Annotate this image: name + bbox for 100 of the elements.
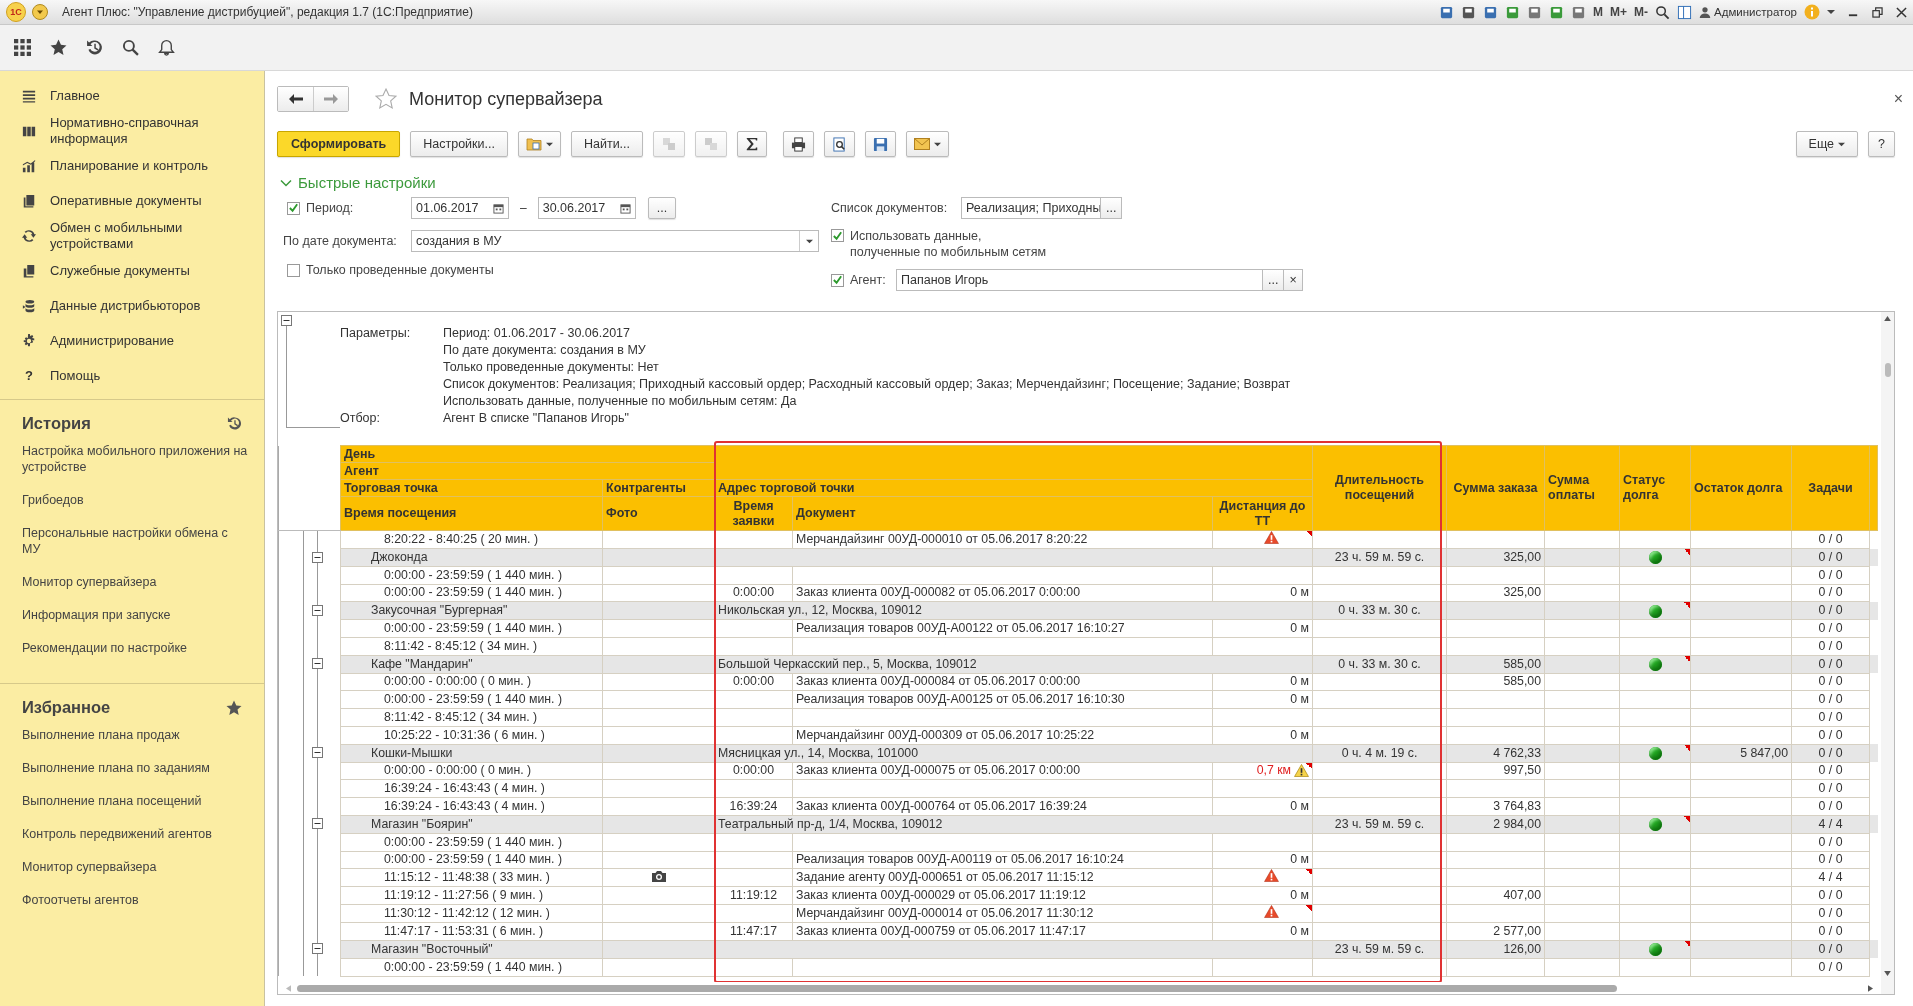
favorite-link[interactable]: Выполнение плана посещений	[0, 793, 264, 809]
clear-button[interactable]: ×	[1283, 269, 1303, 291]
groups-icon	[703, 136, 720, 152]
section-title[interactable]: Быстрые настройки	[298, 174, 436, 191]
scroll-down-icon[interactable]	[1884, 971, 1891, 976]
history-link[interactable]: Монитор супервайзера	[0, 574, 264, 590]
panel-icon[interactable]	[1677, 4, 1692, 20]
collapse-icon[interactable]	[312, 818, 323, 830]
date-field[interactable]: 01.06.2017	[411, 197, 509, 219]
mail-button[interactable]	[906, 131, 950, 157]
find-button[interactable]: Найти...	[570, 131, 644, 157]
text-field[interactable]: Реализация; Приходны	[961, 197, 1101, 219]
history-link[interactable]: Настройка мобильного приложения на устройстве	[0, 443, 264, 475]
save-button[interactable]	[865, 131, 897, 157]
column-header: Сумма оплаты	[1544, 445, 1620, 531]
table-cell: Реализация товаров 00УД-А00125 от 05.06.2017 16:10:30	[792, 690, 1213, 709]
print-button[interactable]	[783, 131, 815, 157]
star-icon[interactable]	[375, 88, 397, 110]
favorite-link[interactable]: Контроль передвижений агентов	[0, 826, 264, 842]
apps-grid-icon[interactable]	[14, 39, 31, 56]
vertical-scrollbar[interactable]	[1881, 312, 1894, 994]
preview-button[interactable]	[824, 131, 856, 157]
caret-icon[interactable]	[1827, 8, 1835, 16]
distance-text: 0,7 км	[1256, 763, 1291, 779]
favorite-link[interactable]: Выполнение плана по заданиям	[0, 760, 264, 776]
choose-button[interactable]: ...	[1100, 197, 1123, 219]
zoom-icon[interactable]	[1655, 4, 1670, 20]
dropdown-field[interactable]: создания в МУ	[411, 230, 819, 252]
parameter-text: Период: 01.06.2017 - 30.06.2017	[443, 325, 632, 342]
database-icon	[22, 298, 36, 313]
collapse-icon[interactable]	[312, 747, 323, 759]
field-label: Период:	[306, 201, 355, 215]
parameters-label: Параметры:	[340, 325, 412, 342]
history-link[interactable]: Персональные настройки обмена с МУ	[0, 525, 264, 557]
generate-button[interactable]: Сформировать	[277, 131, 401, 157]
favorite-link[interactable]: Монитор супервайзера	[0, 859, 264, 875]
choose-button[interactable]: ...	[1262, 269, 1285, 291]
table-cell: Мерчандайзинг 00УД-000309 от 05.06.2017 10:25:22	[792, 726, 1213, 745]
sidebar-item[interactable]: Обмен с мобильными устройствами	[0, 218, 264, 253]
field-label: Список документов:	[831, 201, 949, 215]
collapse-icon[interactable]	[312, 604, 323, 616]
checkbox[interactable]	[831, 229, 844, 242]
checkbox-label[interactable]: Только проведенные документы	[306, 263, 494, 277]
scroll-right-icon[interactable]	[1868, 984, 1873, 992]
scroll-up-icon[interactable]	[1884, 316, 1891, 321]
history-link[interactable]: Информация при запуске	[0, 607, 264, 623]
scroll-thumb[interactable]	[297, 984, 1617, 992]
star-icon[interactable]	[50, 39, 67, 56]
restore-icon[interactable]	[1872, 6, 1883, 18]
table-cell: 11:30:12 - 11:42:12 ( 12 мин. )	[340, 904, 603, 923]
more-button[interactable]: Еще	[1795, 131, 1859, 157]
history-icon[interactable]	[86, 39, 103, 56]
sidebar-item[interactable]: Оперативные документы	[0, 183, 264, 218]
caret-icon	[1838, 140, 1846, 148]
camera-icon[interactable]	[650, 869, 667, 882]
settings-button[interactable]: Настройки...	[410, 131, 508, 157]
sidebar-item[interactable]: Служебные документы	[0, 253, 264, 288]
history-icon[interactable]	[227, 416, 242, 431]
text-field[interactable]: Папанов Игорь	[896, 269, 1263, 291]
date-field[interactable]: 30.06.2017	[537, 197, 636, 219]
memory-button[interactable]: M-	[1634, 5, 1648, 19]
collapse-icon[interactable]	[312, 943, 323, 955]
sidebar-item[interactable]: Нормативно-справочная информация	[0, 113, 264, 148]
collapse-icon[interactable]	[281, 315, 292, 326]
table-cell: 0 / 0	[1791, 779, 1870, 798]
checkbox[interactable]	[287, 263, 300, 277]
help-button[interactable]: ?	[1868, 131, 1895, 157]
favorite-link[interactable]: Выполнение плана продаж	[0, 727, 264, 743]
back-button[interactable]	[278, 87, 313, 111]
sidebar-item[interactable]: Данные дистрибьюторов	[0, 288, 264, 323]
table-cell: Заказ клиента 00УД-000082 от 05.06.2017 0:00:00	[792, 584, 1213, 602]
table-cell: Задание агенту 00УД-000651 от 05.06.2017 11:15:12	[792, 868, 1213, 887]
menu-caret-icon[interactable]	[32, 4, 48, 20]
checkbox-label[interactable]: Использовать данные, полученные по мобильным сетям	[850, 228, 1047, 260]
bell-icon[interactable]	[158, 39, 175, 56]
favorite-link[interactable]: Фотоотчеты агентов	[0, 892, 264, 908]
memory-button[interactable]: M+	[1610, 5, 1627, 19]
parameter-text: По дате документа: создания в МУ	[443, 342, 647, 359]
collapse-icon[interactable]	[312, 658, 323, 670]
parameter-text: Использовать данные, полученные по мобильным сетям: Да	[443, 393, 798, 410]
checkbox[interactable]	[831, 273, 844, 287]
sidebar-item[interactable]: Главное	[0, 78, 264, 113]
choose-period-button[interactable]: ...	[647, 197, 677, 219]
sidebar-item[interactable]: Администрирование	[0, 323, 264, 358]
search-icon[interactable]	[122, 39, 139, 56]
history-link[interactable]: Рекомендации по настройке	[0, 640, 264, 656]
checkbox[interactable]	[287, 201, 300, 215]
sum-button[interactable]	[737, 131, 768, 157]
close-button[interactable]: ×	[1893, 90, 1903, 108]
close-icon[interactable]	[1896, 6, 1907, 18]
sidebar-item[interactable]: Планирование и контроль	[0, 148, 264, 183]
table-cell: 0 / 0	[1791, 708, 1870, 727]
memory-button[interactable]: M	[1593, 5, 1603, 19]
sidebar-item[interactable]: ? Помощь	[0, 358, 264, 393]
variants-button[interactable]	[517, 131, 561, 157]
app-logo[interactable]: 1С	[6, 2, 26, 22]
collapse-icon[interactable]	[312, 551, 323, 563]
scroll-thumb[interactable]	[1884, 363, 1891, 377]
user-name[interactable]: Администратор	[1714, 6, 1797, 18]
history-link[interactable]: Грибоедов	[0, 492, 264, 508]
